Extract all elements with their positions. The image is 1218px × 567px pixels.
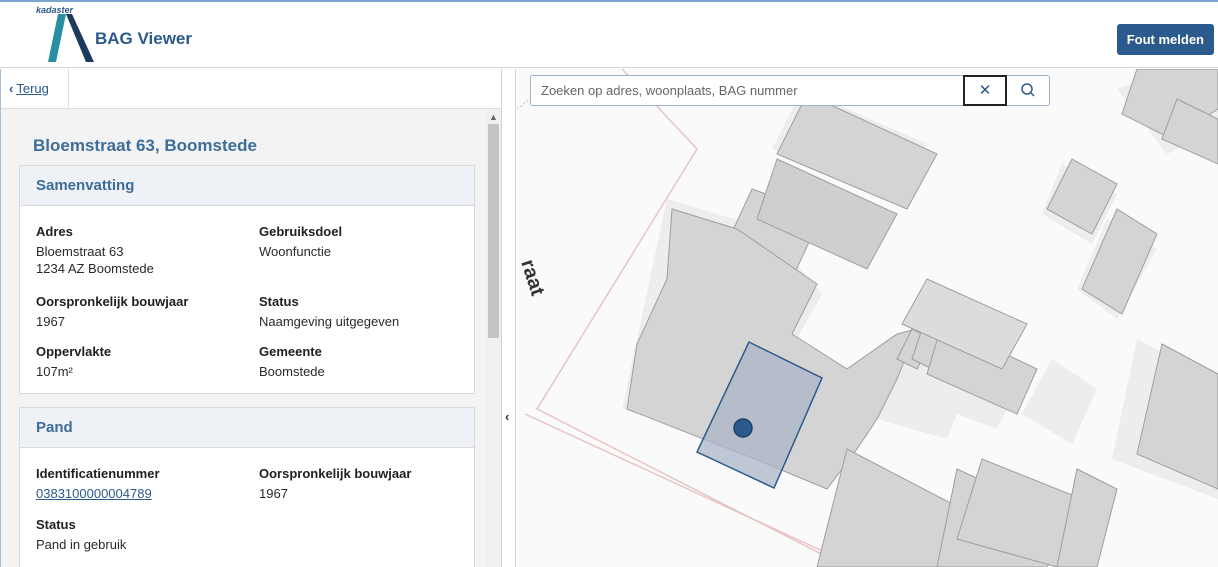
- gemeente-field: Gemeente Boomstede: [259, 344, 325, 380]
- pand-id-link[interactable]: 0383100000004789: [36, 485, 160, 502]
- scroll-up-arrow-icon[interactable]: ▲: [486, 110, 501, 124]
- report-error-button[interactable]: Fout melden: [1116, 24, 1214, 55]
- collapse-panel-handle[interactable]: ‹: [502, 69, 516, 567]
- status-field: Status Naamgeving uitgegeven: [259, 294, 399, 330]
- pand-bouwjaar-field: Oorspronkelijk bouwjaar 1967: [259, 466, 411, 502]
- location-marker-icon[interactable]: [733, 418, 753, 438]
- app-header: kadaster BAG Viewer Fout melden: [0, 0, 1218, 68]
- pand-bouwjaar-value: 1967: [259, 486, 288, 501]
- adres-line1: Bloemstraat 63: [36, 244, 124, 259]
- gebruiksdoel-value: Woonfunctie: [259, 244, 332, 259]
- bouwjaar-label: Oorspronkelijk bouwjaar: [36, 294, 189, 309]
- pand-status-label: Status: [36, 517, 76, 532]
- back-link[interactable]: ‹ Terug: [5, 69, 69, 109]
- detail-panel: ‹ Terug Bloemstraat 63, Boomstede Samenva…: [0, 69, 502, 567]
- panel-scrollbar[interactable]: ▲: [486, 110, 501, 567]
- address-title: Bloemstraat 63, Boomstede: [33, 136, 257, 155]
- close-icon: ✕: [978, 82, 992, 99]
- pand-status-value: Pand in gebruik: [36, 537, 127, 552]
- gemeente-label: Gemeente: [259, 344, 322, 359]
- pand-status-field: Status Pand in gebruik: [36, 517, 126, 553]
- summary-heading: Samenvatting: [20, 166, 474, 206]
- status-value: Naamgeving uitgegeven: [259, 314, 400, 329]
- pand-id-field: Identificatienummer 0383100000004789: [36, 466, 160, 502]
- adres-line2: 1234 AZ Boomstede: [36, 261, 154, 276]
- status-label: Status: [259, 294, 299, 309]
- chevron-left-icon: ‹: [9, 81, 14, 96]
- oppervlakte-field: Oppervlakte 107m²: [36, 344, 111, 380]
- oppervlakte-label: Oppervlakte: [36, 344, 112, 359]
- map-search: ✕: [530, 75, 1050, 106]
- back-bar: ‹ Terug: [1, 69, 501, 109]
- pand-card: Pand Identificatienummer 038310000000478…: [19, 407, 475, 567]
- clear-search-button[interactable]: ✕: [963, 75, 1007, 106]
- map-view[interactable]: raat: [517, 69, 1218, 567]
- adres-label: Adres: [36, 224, 73, 239]
- street-label: raat: [517, 257, 549, 299]
- chevron-left-icon: ‹: [505, 409, 510, 424]
- oppervlakte-value: 107m²: [36, 364, 73, 379]
- bouwjaar-field: Oorspronkelijk bouwjaar 1967: [36, 294, 188, 330]
- gebruiksdoel-field: Gebruiksdoel Woonfunctie: [259, 224, 342, 260]
- map-canvas[interactable]: raat: [517, 69, 1218, 567]
- summary-card: Samenvatting Adres Bloemstraat 63 1234 A…: [19, 165, 475, 394]
- adres-field: Adres Bloemstraat 63 1234 AZ Boomstede: [36, 224, 154, 277]
- back-link-label: Terug: [16, 81, 49, 96]
- search-button[interactable]: [1007, 76, 1050, 105]
- detail-scroll-area[interactable]: Bloemstraat 63, Boomstede Samenvatting A…: [1, 110, 501, 567]
- gemeente-value: Boomstede: [259, 364, 325, 379]
- pand-bouwjaar-label: Oorspronkelijk bouwjaar: [259, 466, 412, 481]
- gebruiksdoel-label: Gebruiksdoel: [259, 224, 343, 239]
- pand-id-label: Identificatienummer: [36, 466, 160, 481]
- scrollbar-thumb[interactable]: [488, 124, 499, 338]
- app-title: BAG Viewer: [95, 29, 193, 48]
- bouwjaar-value: 1967: [36, 314, 65, 329]
- search-icon: [1021, 83, 1035, 97]
- pand-heading: Pand: [20, 408, 474, 448]
- search-input[interactable]: [531, 76, 963, 105]
